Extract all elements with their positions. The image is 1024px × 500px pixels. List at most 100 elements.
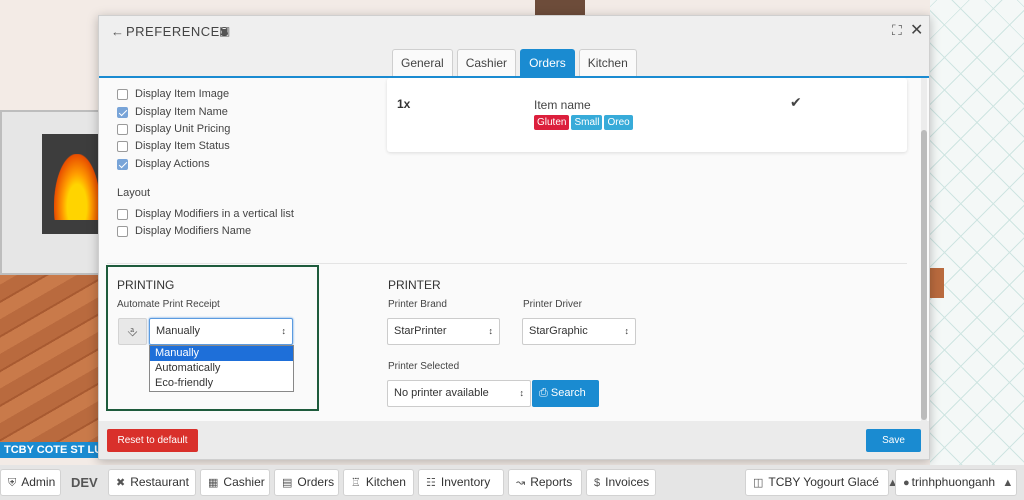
nav-label: Orders xyxy=(297,475,335,489)
warehouse-icon: ☷ xyxy=(426,477,436,489)
save-button[interactable]: Save xyxy=(866,429,921,452)
select-arrows-icon: ↕ xyxy=(519,388,525,398)
checkbox[interactable] xyxy=(117,208,128,220)
option-label: Display Item Image xyxy=(135,88,230,100)
select-value: Manually xyxy=(156,325,201,337)
printer-driver-label: Printer Driver xyxy=(523,299,582,310)
fire-icon xyxy=(54,154,100,220)
nav-label: Kitchen xyxy=(365,475,406,489)
printer-brand-label: Printer Brand xyxy=(388,299,447,310)
reset-to-default-button[interactable]: Reset to default xyxy=(107,429,198,452)
checkbox[interactable] xyxy=(117,106,128,118)
option-modifiers-vertical-list[interactable]: Display Modifiers in a vertical list xyxy=(117,208,294,220)
nav-kitchen[interactable]: ♖ Kitchen xyxy=(343,469,414,496)
nav-restaurant[interactable]: ✖ Restaurant xyxy=(108,469,196,496)
option-display-item-image[interactable]: Display Item Image xyxy=(117,88,229,100)
checkbox[interactable] xyxy=(117,158,128,170)
checkbox[interactable] xyxy=(117,88,128,100)
modal-body: Display Item Image Display Item Name Dis… xyxy=(99,78,929,421)
order-item-preview: 1x Item name Gluten Small Oreo ✔ xyxy=(387,78,907,152)
dropdown-option-automatically[interactable]: Automatically xyxy=(150,361,293,376)
search-label: Search xyxy=(550,387,586,399)
tab-kitchen[interactable]: Kitchen xyxy=(578,49,637,76)
back-arrow-icon[interactable]: ← xyxy=(111,24,124,39)
printer-icon: ⎙ xyxy=(539,387,548,399)
expand-icon[interactable]: ⛶ xyxy=(892,22,902,39)
printer-heading: PRINTER xyxy=(388,278,441,292)
select-value: StarPrinter xyxy=(394,325,447,337)
nav-reports[interactable]: ↝ Reports xyxy=(508,469,582,496)
nav-cashier[interactable]: ▦ Cashier xyxy=(200,469,270,496)
clipboard-icon: ▤ xyxy=(282,477,293,489)
user-menu[interactable]: ● trinhphuonganh ▲ xyxy=(895,469,1017,496)
floppy-disk-icon[interactable]: ▣ xyxy=(219,24,230,38)
chart-line-icon: ↝ xyxy=(516,477,526,489)
nav-invoices[interactable]: $ Invoices xyxy=(586,469,656,496)
nav-label: Inventory xyxy=(440,475,491,489)
option-label: Display Item Status xyxy=(135,140,230,152)
printer-selected-select[interactable]: No printer available ↕ xyxy=(387,380,531,407)
option-display-item-name[interactable]: Display Item Name xyxy=(117,106,228,118)
option-label: Display Actions xyxy=(135,158,210,170)
option-display-item-status[interactable]: Display Item Status xyxy=(117,140,230,152)
checkbox[interactable] xyxy=(117,123,128,135)
fireplace-illustration xyxy=(0,110,100,275)
store-icon: ◫ xyxy=(753,477,764,489)
select-arrows-icon: ↕ xyxy=(624,326,630,336)
automate-print-select[interactable]: Manually ↕ xyxy=(149,318,293,345)
utensils-icon: ✖ xyxy=(116,477,126,489)
dropdown-option-eco-friendly[interactable]: Eco-friendly xyxy=(150,376,293,391)
checkbox[interactable] xyxy=(117,140,128,152)
chef-hat-icon: ♖ xyxy=(351,477,361,489)
option-modifiers-name[interactable]: Display Modifiers Name xyxy=(117,225,251,237)
search-printer-button[interactable]: ⎙ Search xyxy=(532,380,599,407)
nav-label: Restaurant xyxy=(130,475,189,489)
select-arrows-icon: ↕ xyxy=(281,326,287,336)
printer-off-icon[interactable]: ⎀ xyxy=(118,318,147,345)
option-label: Display Modifiers Name xyxy=(135,225,252,237)
nav-admin[interactable]: ⛨ Admin xyxy=(0,469,61,496)
nav-orders[interactable]: ▤ Orders xyxy=(274,469,339,496)
nav-label: Reports xyxy=(530,475,573,489)
background-floor-right xyxy=(930,268,944,298)
option-display-unit-pricing[interactable]: Display Unit Pricing xyxy=(117,123,230,135)
checkmark-icon[interactable]: ✔ xyxy=(790,94,802,111)
background-beam xyxy=(535,0,585,15)
modal-scrollbar[interactable] xyxy=(921,78,927,421)
select-value: StarGraphic xyxy=(529,325,588,337)
section-divider xyxy=(107,263,907,264)
option-label: Display Unit Pricing xyxy=(135,123,231,135)
preferences-modal: ← PREFERENCES ▣ ⛶ ✕ General Cashier Orde… xyxy=(98,15,930,460)
tab-cashier[interactable]: Cashier xyxy=(456,49,517,76)
store-name: TCBY Yogourt Glacé xyxy=(768,475,879,489)
tab-general[interactable]: General xyxy=(392,49,453,76)
user-name: trinhphuonganh xyxy=(911,475,996,489)
store-banner: TCBY COTE ST LUC xyxy=(0,442,98,458)
option-label: Display Modifiers in a vertical list xyxy=(135,208,294,220)
bottom-navbar: ⛨ Admin DEV ✖ Restaurant ▦ Cashier ▤ Orders … xyxy=(0,465,1024,500)
printer-driver-select[interactable]: StarGraphic ↕ xyxy=(522,318,636,345)
background-floor xyxy=(0,250,100,450)
modal-footer: Reset to default Save xyxy=(99,421,929,459)
printing-heading: PRINTING xyxy=(117,278,175,292)
checkbox[interactable] xyxy=(117,225,128,237)
dropdown-option-manually[interactable]: Manually xyxy=(150,346,293,361)
option-label: Display Item Name xyxy=(135,106,228,118)
nav-label: Cashier xyxy=(223,475,265,489)
modifier-badge: Oreo xyxy=(604,115,633,130)
printer-brand-select[interactable]: StarPrinter ↕ xyxy=(387,318,500,345)
automate-print-label: Automate Print Receipt xyxy=(117,299,220,310)
automate-print-dropdown: Manually Automatically Eco-friendly xyxy=(149,345,294,392)
user-icon: ● xyxy=(903,477,910,489)
option-display-actions[interactable]: Display Actions xyxy=(117,158,210,170)
scrollbar-thumb[interactable] xyxy=(921,130,927,420)
tab-orders[interactable]: Orders xyxy=(520,49,575,76)
nav-inventory[interactable]: ☷ Inventory xyxy=(418,469,504,496)
nav-label: Admin xyxy=(21,475,56,489)
preferences-tabs: General Cashier Orders Kitchen xyxy=(392,49,637,77)
store-selector[interactable]: ◫ TCBY Yogourt Glacé ▲ xyxy=(745,469,898,496)
printer-selected-label: Printer Selected xyxy=(388,361,460,372)
shield-icon: ⛨ xyxy=(8,477,17,489)
layout-heading: Layout xyxy=(117,187,151,199)
close-icon[interactable]: ✕ xyxy=(910,20,923,40)
